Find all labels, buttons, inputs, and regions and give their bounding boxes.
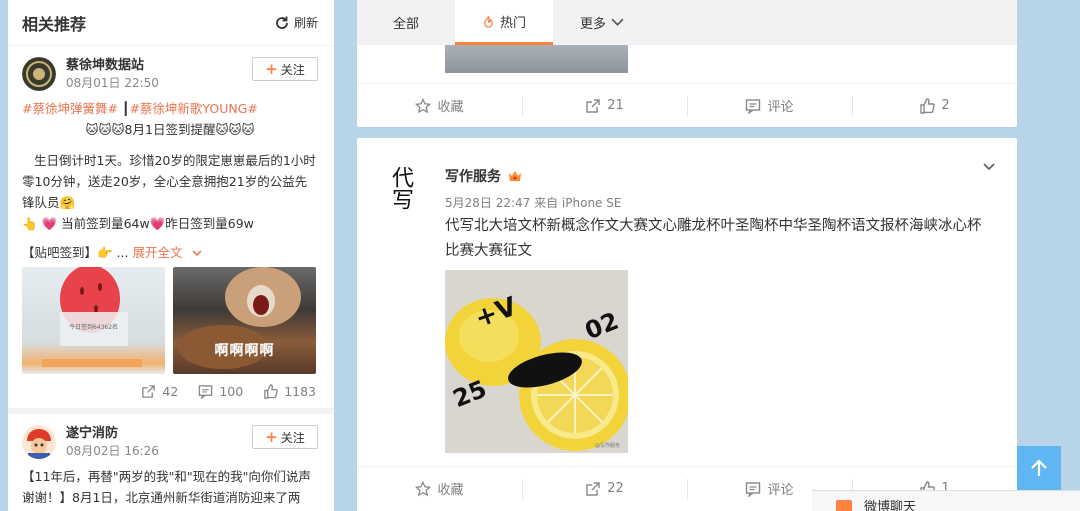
plus-icon: + <box>265 59 278 78</box>
post-body: 【11年后，再替"两岁的我"和"现在的我"向你们说声谢谢！】8月1日，北京通州新… <box>22 469 311 505</box>
share-icon <box>142 384 156 398</box>
image-caption: 啊啊啊啊 <box>214 343 275 359</box>
tab-more[interactable]: 更多 <box>553 0 651 45</box>
back-to-top-button[interactable] <box>1017 446 1061 490</box>
share-button[interactable]: 21 <box>522 84 687 127</box>
tab-all[interactable]: 全部 <box>357 0 455 45</box>
post-line: 👆 💗 当前签到量64w💗昨日签到量69w <box>22 216 254 231</box>
recommended-post: 遂宁消防 08月02日 16:26 + 关注 【11年后，再替"两岁的我"和"现… <box>8 414 334 508</box>
post-actions: 42 100 1183 <box>22 374 318 408</box>
follow-button[interactable]: + 关注 <box>252 57 318 81</box>
feed-card: 代写 写作服务 5月28日 22:47 来自 iPhone SE 代写北大培文杯… <box>357 138 1017 511</box>
plus-icon: + <box>265 427 278 446</box>
comment-label: 评论 <box>767 100 794 115</box>
comment-count: 100 <box>219 383 244 399</box>
tab-label: 热门 <box>499 15 526 31</box>
avatar[interactable] <box>22 425 56 459</box>
mail-icon <box>836 499 852 511</box>
like-button[interactable]: 1183 <box>263 384 316 399</box>
collect-label: 收藏 <box>437 100 464 115</box>
tab-label: 更多 <box>579 17 606 32</box>
share-button[interactable]: 22 <box>522 467 687 510</box>
refresh-icon <box>276 16 288 29</box>
comment-button[interactable]: 评论 <box>687 84 852 127</box>
post-image[interactable]: +V 25 02 @写作服务 <box>445 270 628 453</box>
arrow-up-icon <box>1031 459 1047 476</box>
feed-tabs: 全部 热门 更多 <box>357 0 1017 45</box>
member-badge-icon[interactable] <box>507 169 523 183</box>
follow-label: 关注 <box>280 62 305 77</box>
refresh-button[interactable]: 刷新 <box>274 14 318 31</box>
comment-icon <box>746 481 761 497</box>
chat-bar[interactable]: 微博聊天 <box>812 490 1080 511</box>
post-image[interactable]: 啊啊啊啊 <box>173 267 316 374</box>
separator: ┃ <box>117 101 130 116</box>
sidebar-header: 相关推荐 刷新 <box>8 0 334 46</box>
share-count: 42 <box>162 383 179 399</box>
tab-label: 全部 <box>392 17 419 32</box>
hashtag[interactable]: #蔡徐坤新歌YOUNG# <box>129 101 257 116</box>
recommended-post: 蔡徐坤数据站 08月01日 22:50 + 关注 #蔡徐坤弹簧舞# ┃#蔡徐坤新… <box>8 46 334 414</box>
follow-label: 关注 <box>280 430 305 445</box>
post-actions: 收藏 21 评论 2 <box>357 83 1017 127</box>
avatar[interactable] <box>22 57 56 91</box>
post-time[interactable]: 08月01日 22:50 <box>66 75 159 91</box>
share-count: 22 <box>607 481 624 496</box>
comment-button[interactable]: 100 <box>198 384 243 399</box>
avatar[interactable]: 代写 <box>387 160 427 216</box>
related-recommendations-panel: 相关推荐 刷新 蔡徐坤数据站 08月01日 22:50 + 关注 #蔡徐坤弹簧舞… <box>8 0 334 511</box>
author-name[interactable]: 遂宁消防 <box>66 425 159 443</box>
post-line: 生日倒计时1天。珍惜20岁的限定崽崽最后的1小时零10分钟，送走20岁，全心全意… <box>22 153 316 210</box>
like-count: 2 <box>941 98 950 113</box>
share-button[interactable]: 42 <box>141 384 178 399</box>
share-icon <box>586 481 600 496</box>
collect-button[interactable]: 收藏 <box>357 467 522 510</box>
refresh-label: 刷新 <box>293 16 318 30</box>
chat-label: 微博聊天 <box>864 500 917 511</box>
tab-hot[interactable]: 热门 <box>455 0 553 45</box>
post-time[interactable]: 5月28日 22:47 来自 iPhone SE <box>445 194 621 211</box>
comment-icon <box>746 98 761 114</box>
author-name[interactable]: 蔡徐坤数据站 <box>66 57 159 75</box>
image-watermark: @写作服务 <box>595 443 621 449</box>
image-caption: 今日签到64362名 <box>68 324 119 331</box>
author-name[interactable]: 写作服务 <box>445 166 501 186</box>
avatar-text: 代写 <box>388 166 413 210</box>
thumbs-up-icon <box>264 383 279 399</box>
flame-icon <box>484 15 493 28</box>
comment-label: 评论 <box>767 483 794 498</box>
thumbs-up-icon <box>920 97 936 114</box>
hashtag[interactable]: #蔡徐坤弹簧舞# <box>22 101 118 116</box>
post-body: #蔡徐坤弹簧舞# ┃#蔡徐坤新歌YOUNG# 🐱🐱🐱8月1日签到提醒🐱🐱🐱 生日… <box>22 98 318 263</box>
share-icon <box>586 98 600 113</box>
chevron-down-icon[interactable] <box>981 158 997 174</box>
collect-button[interactable]: 收藏 <box>357 84 522 127</box>
post-line: 🐱🐱🐱8月1日签到提醒🐱🐱🐱 <box>85 122 255 137</box>
star-icon <box>415 480 432 496</box>
post-images: 今日签到64362名 啊啊啊啊 <box>22 267 318 374</box>
chevron-down-icon[interactable] <box>192 249 202 257</box>
like-count: 1183 <box>284 383 316 399</box>
share-count: 21 <box>607 98 624 113</box>
feed-card: 全部 热门 更多 收藏 21 评论 2 <box>357 0 1017 127</box>
post-line: 【贴吧签到】👉 ... <box>22 245 133 260</box>
post-image[interactable]: 今日签到64362名 <box>22 267 165 374</box>
comment-icon <box>199 384 213 399</box>
like-button[interactable]: 2 <box>852 84 1017 127</box>
chevron-down-icon <box>611 18 624 26</box>
collect-label: 收藏 <box>437 483 464 498</box>
follow-button[interactable]: + 关注 <box>252 425 318 449</box>
post-body: 代写北大培文杯新概念作文大赛文心雕龙杯叶圣陶杯中华圣陶杯语文报杯海峡冰心杯比赛大… <box>445 218 982 259</box>
sidebar-title: 相关推荐 <box>22 14 87 34</box>
post-time[interactable]: 08月02日 16:26 <box>66 443 159 459</box>
star-icon <box>415 97 432 113</box>
expand-full-text-link[interactable]: 展开全文 <box>132 245 182 260</box>
post-image[interactable] <box>445 45 628 73</box>
